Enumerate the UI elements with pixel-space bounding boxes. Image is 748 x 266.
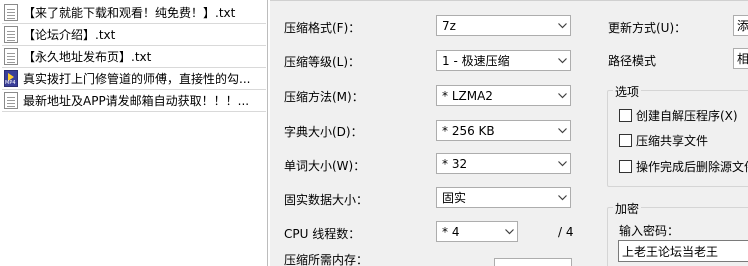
chevron-down-icon <box>554 16 570 35</box>
path-select[interactable]: 相 <box>733 48 748 69</box>
threads-max: / 4 <box>558 225 574 239</box>
dict-label: 字典大小(D)： <box>284 125 363 139</box>
options-title: 选项 <box>613 83 642 100</box>
memory-label: 压缩所需内存： <box>284 253 369 266</box>
file-name: 【永久地址发布页】.txt <box>23 50 152 64</box>
update-value: 添 <box>737 19 748 33</box>
shared-files-checkbox-label: 压缩共享文件 <box>636 134 709 148</box>
dialog-top-border <box>270 0 748 5</box>
password-input[interactable]: 上老王论坛当老王 <box>618 240 748 262</box>
format-label: 压缩格式(F)： <box>284 21 361 35</box>
txt-file-icon <box>4 92 18 109</box>
chevron-down-icon <box>501 222 517 241</box>
checkbox-box[interactable] <box>619 160 632 173</box>
encryption-title: 加密 <box>613 200 642 217</box>
file-row[interactable]: 最新地址及APP请发邮箱自动获取！！！... <box>2 90 266 112</box>
method-select[interactable]: * LZMA2 <box>436 85 571 106</box>
format-select[interactable]: 7z <box>436 15 571 36</box>
threads-value: * 4 <box>442 224 460 239</box>
chevron-down-icon <box>554 51 570 70</box>
chevron-down-icon <box>554 154 570 173</box>
level-select[interactable]: 1 - 极速压缩 <box>436 50 571 71</box>
file-row[interactable]: 【论坛介绍】.txt <box>2 24 266 46</box>
update-select[interactable]: 添 <box>733 15 748 36</box>
file-row[interactable]: 【永久地址发布页】.txt <box>2 46 266 68</box>
file-name: 【论坛介绍】.txt <box>23 28 116 42</box>
password-label: 输入密码： <box>619 224 680 238</box>
word-select[interactable]: * 32 <box>436 153 571 174</box>
checkbox-box[interactable] <box>619 134 632 147</box>
threads-select[interactable]: * 4 <box>436 221 518 242</box>
solid-label: 固实数据大小： <box>284 193 369 207</box>
chevron-down-icon <box>554 188 570 207</box>
txt-file-icon <box>4 4 18 21</box>
password-value: 上老王论坛当老王 <box>622 244 719 259</box>
file-row[interactable]: 真实拨打上门修管道的师傅，直接性的勾... <box>2 68 266 90</box>
format-value: 7z <box>442 18 456 33</box>
file-name: 最新地址及APP请发邮箱自动获取！！！... <box>23 94 250 108</box>
file-list: 【来了就能下载和观看！纯免费！】.txt 【论坛介绍】.txt 【永久地址发布页… <box>0 0 268 266</box>
delete-after-checkbox-label: 操作完成后删除源文件 <box>636 160 748 174</box>
level-value: 1 - 极速压缩 <box>442 54 510 68</box>
compress-settings-dialog: 压缩格式(F)： 7z 压缩等级(L)： 1 - 极速压缩 压缩方法(M)： *… <box>270 0 748 266</box>
level-label: 压缩等级(L)： <box>284 55 361 69</box>
file-name: 真实拨打上门修管道的师傅，直接性的勾... <box>23 72 251 86</box>
mp4-file-icon <box>4 70 18 87</box>
txt-file-icon <box>4 26 18 43</box>
solid-select[interactable]: 固实 <box>436 187 571 208</box>
path-value: 相 <box>737 52 748 66</box>
word-label: 单词大小(W)： <box>284 159 366 173</box>
sfx-checkbox[interactable]: 创建自解压程序(X) <box>619 107 738 124</box>
path-label: 路径模式 <box>608 54 657 68</box>
method-value: * LZMA2 <box>442 88 493 103</box>
dict-select[interactable]: * 256 KB <box>436 120 571 141</box>
threads-label: CPU 线程数： <box>284 227 361 241</box>
dict-value: * 256 KB <box>442 123 495 138</box>
chevron-down-icon <box>554 121 570 140</box>
word-value: * 32 <box>442 156 468 171</box>
txt-file-icon <box>4 48 18 65</box>
update-label: 更新方式(U)： <box>608 21 687 35</box>
checkbox-box[interactable] <box>619 109 632 122</box>
solid-value: 固实 <box>442 191 467 205</box>
shared-files-checkbox[interactable]: 压缩共享文件 <box>619 132 708 149</box>
sfx-checkbox-label: 创建自解压程序(X) <box>636 109 738 123</box>
delete-after-checkbox[interactable]: 操作完成后删除源文件 <box>619 158 748 175</box>
file-name: 【来了就能下载和观看！纯免费！】.txt <box>23 6 236 20</box>
method-label: 压缩方法(M)： <box>284 90 364 104</box>
file-row[interactable]: 【来了就能下载和观看！纯免费！】.txt <box>2 2 266 24</box>
chevron-down-icon <box>554 86 570 105</box>
memory-field <box>494 258 572 266</box>
